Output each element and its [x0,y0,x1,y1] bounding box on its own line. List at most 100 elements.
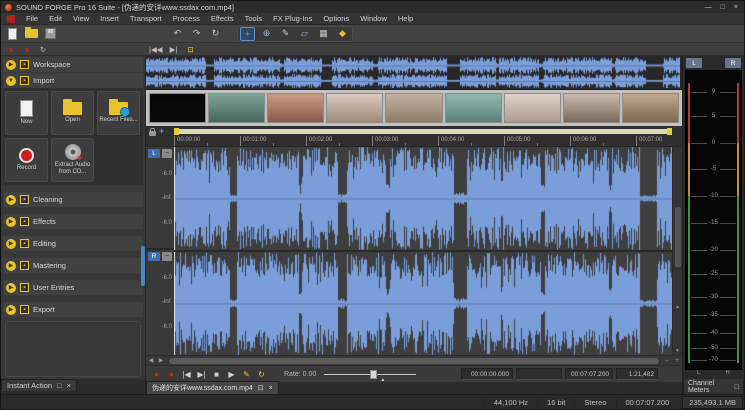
video-thumbnail-5[interactable] [385,93,442,123]
menu-file[interactable]: File [26,14,38,23]
video-thumbnail-strip[interactable] [146,90,682,126]
loop-playback-button[interactable]: ↻ [255,368,268,381]
stop-button[interactable]: ■ [210,368,223,381]
menu-insert[interactable]: Insert [100,14,119,23]
close-icon[interactable]: × [269,385,273,392]
video-thumbnail-1[interactable] [149,93,206,123]
menu-effects[interactable]: Effects [211,14,234,23]
save-file-button[interactable] [43,27,58,41]
section-editing[interactable]: ▶▪Editing [3,236,143,251]
new-button[interactable]: New [5,91,48,135]
expand-arrow-icon[interactable]: ▶ [6,283,16,293]
edit-tool-button[interactable]: + [240,27,255,41]
recent-files-button[interactable]: Recent Files... [97,91,140,135]
waveform-canvas-area[interactable] [174,147,672,355]
expand-arrow-icon[interactable]: ▶ [6,60,16,70]
pin-icon[interactable]: □ [735,384,739,391]
right-channel-minimize-button[interactable]: − [162,252,172,261]
go-to-start-button[interactable]: |◀ [180,368,193,381]
magnify-tool-button[interactable]: ⊕ [259,27,274,41]
time-ruler[interactable]: 00:00:0000:01:0000:02:0000:03:0000:04:00… [146,136,682,147]
rate-slider-handle[interactable] [370,370,377,379]
open-button[interactable]: Open [51,91,94,135]
envelope-tool-button[interactable]: ▱ [297,27,312,41]
scroll-left-icon[interactable]: ◀ [146,357,156,364]
marker-window-button[interactable]: ⊡ [184,44,196,55]
document-menu-icon[interactable] [7,15,15,23]
go-to-start-button[interactable]: |◀◀ [149,44,162,55]
record-arm-button[interactable]: ● [21,44,33,55]
section-cleaning[interactable]: ▶▪Cleaning [3,192,143,207]
section-import[interactable]: ▼▪Import [3,73,143,88]
right-channel-button[interactable]: R [148,252,160,261]
snap-cursor-icon[interactable]: + [159,127,164,136]
record-button[interactable]: Record [5,138,48,182]
vertical-scrollbar[interactable]: ▲ ▼ [672,147,682,355]
minimize-button[interactable]: — [705,4,712,11]
undo-button[interactable]: ↶ [170,27,185,41]
section-user-entries[interactable]: ▶▪User Entries [3,280,143,295]
video-thumbnail-4[interactable] [326,93,383,123]
close-button[interactable]: × [734,4,738,11]
zoom-out-time-icon[interactable]: − [662,358,672,364]
meter-right-button[interactable]: R [725,58,741,68]
zoom-in-time-icon[interactable]: + [672,358,682,364]
horizontal-scrollbar[interactable]: ◀ ▶ − + [146,355,682,365]
horizontal-scrollbar-thumb[interactable] [169,358,659,364]
expand-arrow-icon[interactable]: ▶ [6,217,16,227]
extract-audio-from-cd-button[interactable]: Extract Audio from CD... [51,138,94,182]
vertical-scrollbar-thumb[interactable] [675,207,681,267]
rate-slider[interactable]: ▲ [324,368,416,381]
go-to-end-button[interactable]: ▶| [195,368,208,381]
refresh-button[interactable]: ↻ [37,44,49,55]
open-file-button[interactable] [24,27,39,41]
video-thumbnail-2[interactable] [208,93,265,123]
meter-display[interactable]: 950-5-10-15-20-25-30-35-40-50-70 [685,70,742,370]
pin-icon[interactable]: □ [57,381,62,390]
right-channel-waveform[interactable] [174,252,672,355]
overview-waveform[interactable] [146,56,682,90]
sidebar-scrollbar-thumb[interactable] [141,246,145,286]
meter-left-button[interactable]: L [686,58,702,68]
video-thumbnail-3[interactable] [267,93,324,123]
video-thumbnail-6[interactable] [445,93,502,123]
close-icon[interactable]: × [67,381,71,390]
record-button[interactable]: ● [165,368,178,381]
pencil-tool-button[interactable]: ✎ [278,27,293,41]
record-remote-button[interactable]: ● [150,368,163,381]
collapse-arrow-icon[interactable]: ▼ [6,76,16,86]
section-effects[interactable]: ▶▪Effects [3,214,143,229]
menu-fx-plug-ins[interactable]: FX Plug-Ins [273,14,312,23]
loop-region-bar[interactable] [174,129,672,134]
maximize-button[interactable]: □ [721,4,725,11]
menu-process[interactable]: Process [173,14,200,23]
menu-help[interactable]: Help [398,14,413,23]
paint-tool-button[interactable]: ◆ [335,27,350,41]
menu-transport[interactable]: Transport [130,14,162,23]
play-as-sample-button[interactable]: ✎ [240,368,253,381]
scroll-right-icon[interactable]: ▶ [156,357,166,364]
menu-tools[interactable]: Tools [245,14,263,23]
expand-arrow-icon[interactable]: ▶ [6,239,16,249]
video-thumbnail-9[interactable] [622,93,679,123]
play-button[interactable]: ▶ [225,368,238,381]
left-channel-button[interactable]: L [148,149,160,158]
go-to-end-button[interactable]: ▶| [167,44,179,55]
video-thumbnail-8[interactable] [563,93,620,123]
expand-arrow-icon[interactable]: ▶ [6,195,16,205]
menu-view[interactable]: View [73,14,89,23]
expand-arrow-icon[interactable]: ▶ [6,261,16,271]
horizontal-scrollbar-track[interactable] [168,358,660,364]
left-channel-waveform[interactable] [174,147,672,250]
left-channel-minimize-button[interactable]: − [162,149,172,158]
menu-window[interactable]: Window [360,14,387,23]
redo-button[interactable]: ↷ [189,27,204,41]
tab-document[interactable]: 伪递的安详www.ssdax.com.mp4 ⊡ × [146,381,279,394]
section-workspace[interactable]: ▶▪Workspace [3,57,143,72]
repeat-button[interactable]: ↻ [208,27,223,41]
zoom-in-vertical-icon[interactable]: ▲ [675,304,680,311]
lock-icon[interactable] [149,131,156,136]
section-export[interactable]: ▶▪Export [3,302,143,317]
zoom-out-vertical-icon[interactable]: ▼ [675,348,680,355]
menu-options[interactable]: Options [323,14,349,23]
